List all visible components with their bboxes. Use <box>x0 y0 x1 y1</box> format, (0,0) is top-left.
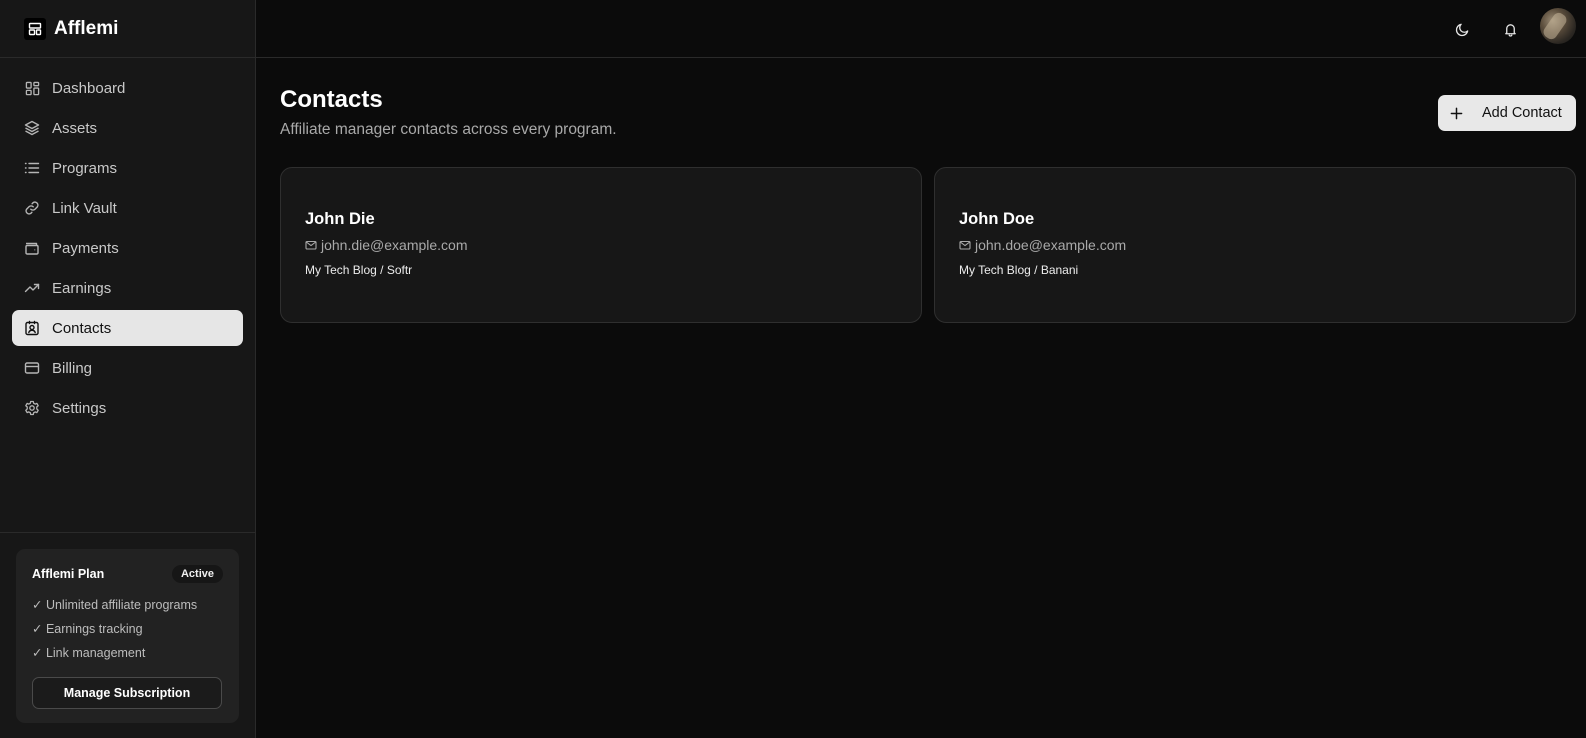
contact-card[interactable]: John Doe john.doe@example.com My Tech Bl… <box>934 167 1576 323</box>
add-contact-label: Add Contact <box>1482 105 1562 121</box>
status-badge: Active <box>171 565 223 583</box>
contact-program: My Tech Blog / Softr <box>305 263 413 277</box>
plan-header: Afflemi Plan Active <box>32 565 223 583</box>
dashboard-icon <box>24 80 40 96</box>
plan-features: ✓ Unlimited affiliate programs ✓ Earning… <box>32 597 223 669</box>
contact-cards: John Die john.die@example.com My Tech Bl… <box>280 167 1576 323</box>
app-root: Afflemi Dashboard Assets Programs Link V… <box>0 0 1586 738</box>
avatar[interactable] <box>1540 8 1576 44</box>
sidebar-item-settings[interactable]: Settings <box>12 390 243 426</box>
main-content: Contacts Affiliate manager contacts acro… <box>256 58 1586 738</box>
sidebar-item-assets[interactable]: Assets <box>12 110 243 146</box>
mail-icon <box>959 239 971 251</box>
contact-card-icon <box>24 320 40 336</box>
plan-feature: ✓ Unlimited affiliate programs <box>32 598 198 612</box>
sidebar-item-billing[interactable]: Billing <box>12 350 243 386</box>
bell-icon[interactable] <box>1496 15 1524 43</box>
manage-subscription-button[interactable]: Manage Subscription <box>32 677 222 709</box>
wallet-icon <box>24 240 40 256</box>
sidebar-item-label: Payments <box>52 239 119 257</box>
credit-card-icon <box>24 360 40 376</box>
sidebar-item-label: Earnings <box>52 279 112 297</box>
mail-icon <box>305 239 317 251</box>
app-logo-icon <box>24 17 46 40</box>
sidebar-item-contacts[interactable]: Contacts <box>12 310 243 346</box>
plan-feature: ✓ Earnings tracking <box>32 622 143 636</box>
sidebar-nav: Dashboard Assets Programs Link Vault Pay… <box>0 58 255 426</box>
contact-card[interactable]: John Die john.die@example.com My Tech Bl… <box>280 167 922 323</box>
gear-icon <box>24 400 40 416</box>
sidebar-item-link-vault[interactable]: Link Vault <box>12 190 243 226</box>
trending-up-icon <box>24 280 40 296</box>
sidebar-item-label: Assets <box>52 119 98 137</box>
sidebar-item-programs[interactable]: Programs <box>12 150 243 186</box>
contact-name: John Die <box>305 210 375 228</box>
moon-icon[interactable] <box>1448 15 1476 43</box>
list-icon <box>24 160 40 176</box>
contact-email-row: john.die@example.com <box>305 237 897 253</box>
page-title: Contacts <box>280 86 383 113</box>
sidebar-item-payments[interactable]: Payments <box>12 230 243 266</box>
sidebar: Afflemi Dashboard Assets Programs Link V… <box>0 0 256 738</box>
sidebar-footer: Afflemi Plan Active ✓ Unlimited affiliat… <box>0 532 255 738</box>
add-contact-button[interactable]: Add Contact <box>1438 95 1576 131</box>
layers-icon <box>24 120 40 136</box>
sidebar-item-label: Dashboard <box>52 79 126 97</box>
app-name: Afflemi <box>54 17 119 39</box>
sidebar-item-label: Billing <box>52 359 93 377</box>
plus-icon <box>1450 106 1464 120</box>
sidebar-item-label: Link Vault <box>52 199 117 217</box>
topbar <box>256 0 1586 58</box>
sidebar-item-label: Programs <box>52 159 118 177</box>
sidebar-item-dashboard[interactable]: Dashboard <box>12 70 243 106</box>
contact-program: My Tech Blog / Banani <box>959 263 1079 277</box>
brand[interactable]: Afflemi <box>0 0 255 58</box>
contact-name: John Doe <box>959 210 1035 228</box>
sidebar-item-label: Settings <box>52 399 107 417</box>
plan-title: Afflemi Plan <box>32 567 105 581</box>
contact-email[interactable]: john.die@example.com <box>321 237 468 253</box>
sidebar-item-label: Contacts <box>52 319 112 337</box>
plan-feature: ✓ Link management <box>32 646 146 660</box>
plan-card: Afflemi Plan Active ✓ Unlimited affiliat… <box>16 549 239 723</box>
sidebar-item-earnings[interactable]: Earnings <box>12 270 243 306</box>
link-icon <box>24 200 40 216</box>
contact-email[interactable]: john.doe@example.com <box>975 237 1126 253</box>
page-subtitle: Affiliate manager contacts across every … <box>280 121 617 138</box>
contact-email-row: john.doe@example.com <box>959 237 1551 253</box>
